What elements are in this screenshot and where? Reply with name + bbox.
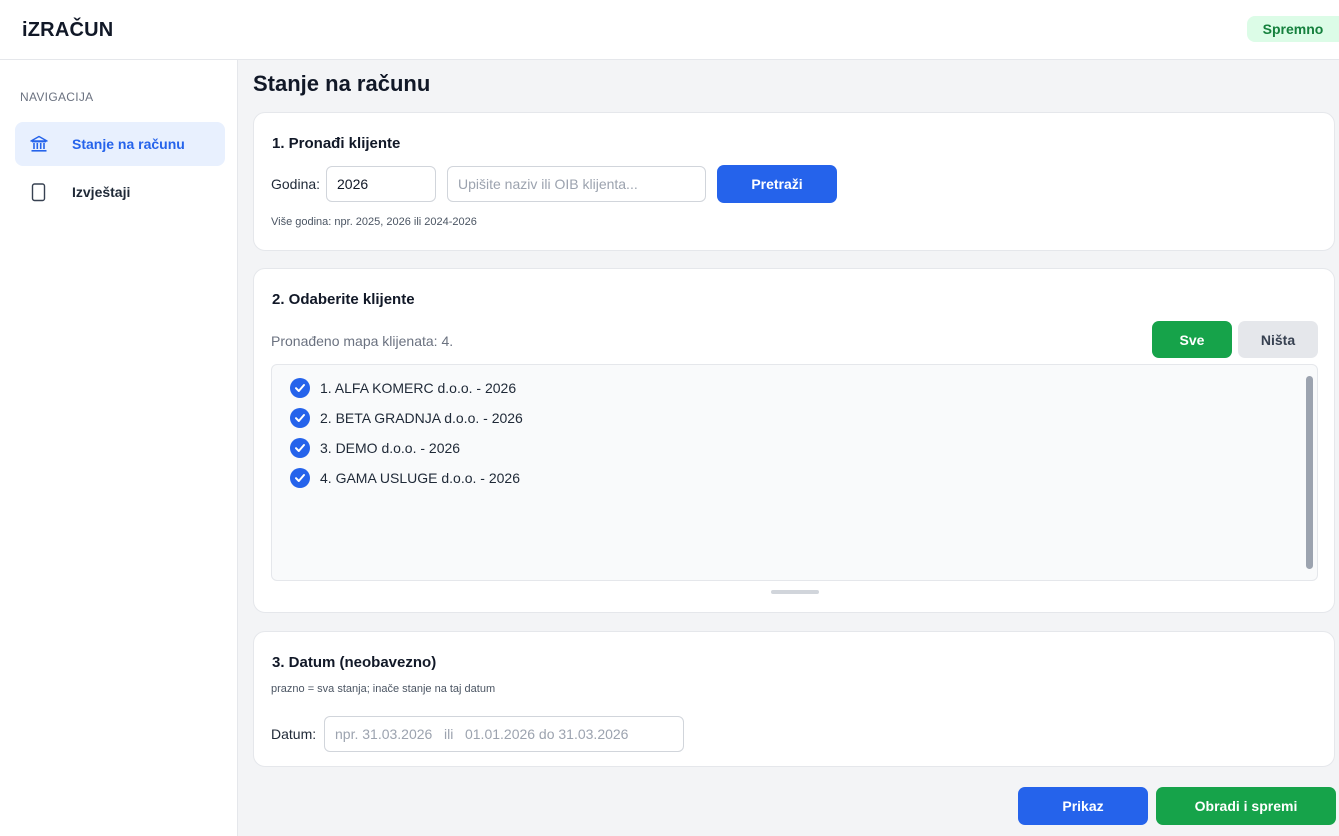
client-search-input[interactable] (447, 166, 706, 202)
sidebar-item-label: Stanje na računu (72, 136, 185, 152)
sidebar-item-label: Izvještaji (72, 184, 131, 200)
sidebar-item-stanje-na-racunu[interactable]: Stanje na računu (15, 122, 225, 166)
list-item[interactable]: 1. ALFA KOMERC d.o.o. - 2026 (290, 377, 516, 399)
client-label: 2. BETA GRADNJA d.o.o. - 2026 (320, 410, 523, 426)
app-title: iZRAČUN (22, 19, 114, 41)
client-label: 4. GAMA USLUGE d.o.o. - 2026 (320, 470, 520, 486)
process-and-save-button[interactable]: Obradi i spremi (1156, 787, 1336, 825)
section-title: 3. Datum (neobavezno) (272, 654, 437, 671)
find-clients-card: 1. Pronađi klijente Godina: Pretraži Viš… (253, 112, 1335, 251)
show-button[interactable]: Prikaz (1018, 787, 1148, 825)
list-item[interactable]: 4. GAMA USLUGE d.o.o. - 2026 (290, 467, 520, 489)
year-label: Godina: (271, 176, 321, 192)
year-input[interactable] (326, 166, 436, 202)
scrollbar[interactable] (1306, 376, 1313, 569)
status-badge: Spremno (1247, 16, 1339, 42)
checkbox-checked-icon[interactable] (290, 468, 310, 488)
date-input[interactable] (324, 716, 684, 752)
page-title: Stanje na računu (253, 71, 431, 96)
sidebar: NAVIGACIJA Stanje na računu Izvještaji (0, 60, 238, 836)
found-count-text: Pronađeno mapa klijenata: 4. (271, 333, 454, 349)
client-label: 1. ALFA KOMERC d.o.o. - 2026 (320, 380, 517, 396)
search-button[interactable]: Pretraži (717, 165, 837, 203)
bank-icon (29, 134, 49, 154)
checkbox-checked-icon[interactable] (290, 378, 310, 398)
top-bar: iZRAČUN Spremno (0, 0, 1339, 60)
checkbox-checked-icon[interactable] (290, 408, 310, 428)
date-card: 3. Datum (neobavezno) prazno = sva stanj… (253, 631, 1335, 767)
select-all-button[interactable]: Sve (1152, 321, 1232, 358)
select-clients-card: 2. Odaberite klijente Pronađeno mapa kli… (253, 268, 1335, 613)
list-item[interactable]: 2. BETA GRADNJA d.o.o. - 2026 (290, 407, 523, 429)
checkbox-checked-icon[interactable] (290, 438, 310, 458)
client-list: 1. ALFA KOMERC d.o.o. - 2026 2. BETA GRA… (271, 364, 1318, 581)
nav-heading: NAVIGACIJA (20, 90, 94, 104)
date-label: Datum: (271, 726, 317, 742)
sidebar-item-izvjestaji[interactable]: Izvještaji (15, 170, 225, 214)
resize-handle[interactable] (771, 590, 819, 594)
section-title: 1. Pronađi klijente (272, 135, 401, 152)
select-none-button[interactable]: Ništa (1238, 321, 1318, 358)
date-hint: prazno = sva stanja; inače stanje na taj… (271, 683, 496, 695)
client-label: 3. DEMO d.o.o. - 2026 (320, 440, 461, 456)
section-title: 2. Odaberite klijente (272, 291, 415, 308)
years-hint: Više godina: npr. 2025, 2026 ili 2024-20… (271, 216, 477, 228)
list-item[interactable]: 3. DEMO d.o.o. - 2026 (290, 437, 460, 459)
document-icon (29, 182, 49, 202)
